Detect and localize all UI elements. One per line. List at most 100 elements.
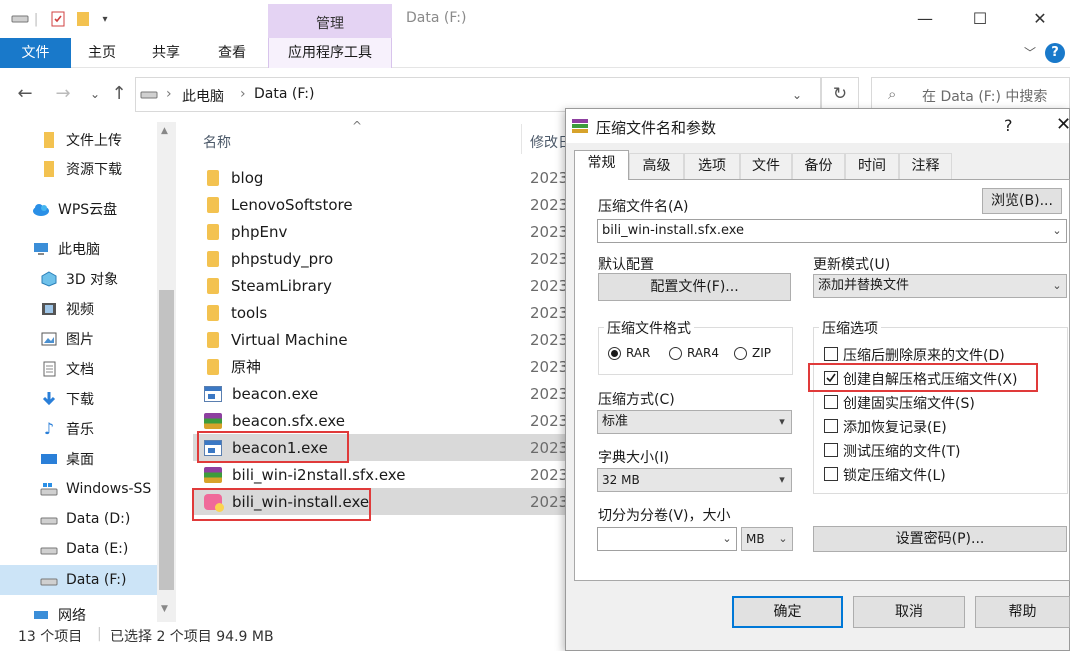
option-checkbox[interactable] — [824, 347, 838, 361]
tab-general[interactable]: 常规 — [574, 150, 629, 180]
radio-rar-label[interactable]: RAR — [626, 346, 650, 360]
dict-select[interactable]: 32 MB ▾ — [597, 468, 792, 492]
tab-view[interactable]: 查看 — [218, 38, 246, 68]
nav-item-3d-objects[interactable]: 3D 对象 — [0, 266, 157, 292]
help-button[interactable]: 帮助 — [975, 596, 1070, 628]
update-mode-select[interactable]: 添加并替换文件 ⌄ — [813, 274, 1067, 298]
split-size-input[interactable]: ⌄ — [597, 527, 737, 551]
tab-options[interactable]: 选项 — [684, 153, 740, 179]
option-checkbox[interactable] — [824, 419, 838, 433]
forward-arrow-icon[interactable]: → — [50, 80, 76, 108]
customize-qat-icon[interactable]: ▾ — [98, 10, 112, 28]
tab-backup[interactable]: 备份 — [792, 153, 845, 179]
nav-item-downloads[interactable]: 下载 — [0, 386, 157, 412]
recent-locations-icon[interactable]: ⌄ — [82, 80, 108, 108]
nav-item-desktop[interactable]: 桌面 — [0, 446, 157, 472]
archive-name-input[interactable]: bili_win-install.sfx.exe ⌄ — [597, 219, 1067, 243]
tab-time[interactable]: 时间 — [845, 153, 899, 179]
refresh-icon[interactable]: ↻ — [821, 77, 859, 112]
nav-item-downloads-res[interactable]: 资源下载 — [0, 156, 157, 182]
cancel-button[interactable]: 取消 — [853, 596, 965, 628]
nav-item-pictures[interactable]: 图片 — [0, 326, 157, 352]
chevron-down-icon[interactable]: ⌄ — [774, 528, 792, 550]
radio-rar[interactable] — [608, 347, 621, 360]
file-row[interactable]: SteamLibrary 2023 — [193, 272, 570, 299]
nav-item-upload[interactable]: 文件上传 — [0, 127, 157, 153]
nav-item-documents[interactable]: 文档 — [0, 356, 157, 382]
help-icon[interactable]: ? — [1045, 43, 1065, 63]
back-arrow-icon[interactable]: ← — [12, 80, 38, 108]
option-checkbox[interactable] — [824, 395, 838, 409]
manage-context-tab[interactable]: 管理 — [268, 4, 392, 38]
option-checkbox[interactable] — [824, 443, 838, 457]
tab-share[interactable]: 共享 — [152, 38, 180, 68]
tab-app-tools[interactable]: 应用程序工具 — [268, 38, 392, 68]
chevron-down-icon[interactable]: ⌄ — [1048, 275, 1066, 297]
nav-item-music[interactable]: ♪ 音乐 — [0, 416, 157, 442]
nav-item-data-e[interactable]: Data (E:) — [0, 536, 157, 562]
nav-item-data-d[interactable]: Data (D:) — [0, 506, 157, 532]
ok-button[interactable]: 确定 — [732, 596, 843, 628]
search-box[interactable]: ⌕ 在 Data (F:) 中搜索 — [871, 77, 1070, 112]
nav-item-wps-cloud[interactable]: WPS云盘 — [0, 196, 157, 222]
tab-advanced[interactable]: 高级 — [629, 153, 684, 179]
breadcrumb-drive[interactable]: Data (F:) — [254, 86, 314, 102]
file-row[interactable]: phpEnv 2023 — [193, 218, 570, 245]
new-folder-icon[interactable] — [74, 10, 92, 28]
chevron-down-icon[interactable]: ▾ — [773, 469, 791, 491]
maximize-icon[interactable]: ☐ — [965, 6, 995, 32]
option-label[interactable]: 测试压缩的文件(T) — [843, 441, 960, 461]
radio-zip[interactable] — [734, 347, 747, 360]
set-password-button[interactable]: 设置密码(P)... — [813, 526, 1067, 552]
dialog-help-icon[interactable]: ? — [1004, 116, 1013, 135]
file-row[interactable]: beacon.sfx.exe 2023 — [193, 407, 570, 434]
scroll-up-icon[interactable]: ▲ — [161, 126, 168, 136]
nav-item-network[interactable]: 网络 — [0, 605, 157, 621]
split-unit-select[interactable]: MB ⌄ — [741, 527, 793, 551]
expand-ribbon-icon[interactable]: ﹀ — [1024, 38, 1036, 68]
file-row[interactable]: 原神 2023 — [193, 353, 570, 380]
nav-item-videos[interactable]: 视频 — [0, 296, 157, 322]
file-row[interactable]: phpstudy_pro 2023 — [193, 245, 570, 272]
breadcrumb-this-pc[interactable]: 此电脑 — [182, 86, 224, 106]
tab-file[interactable]: 文件 — [0, 38, 71, 68]
minimize-icon[interactable]: — — [910, 6, 940, 32]
file-row[interactable]: tools 2023 — [193, 299, 570, 326]
breadcrumb-chevron-icon[interactable]: › — [166, 86, 172, 102]
address-dropdown-icon[interactable]: ⌄ — [792, 88, 802, 102]
option-label[interactable]: 锁定压缩文件(L) — [843, 465, 946, 485]
close-icon[interactable]: ✕ — [1025, 6, 1055, 32]
up-arrow-icon[interactable]: ↑ — [106, 80, 132, 108]
file-row[interactable]: Virtual Machine 2023 — [193, 326, 570, 353]
option-label[interactable]: 添加恢复记录(E) — [843, 417, 947, 437]
option-checkbox[interactable] — [824, 467, 838, 481]
properties-icon[interactable] — [48, 10, 68, 28]
tab-comment[interactable]: 注释 — [899, 153, 952, 179]
radio-rar4[interactable] — [669, 347, 682, 360]
chevron-down-icon[interactable]: ⌄ — [718, 528, 736, 550]
breadcrumb-chevron-icon[interactable]: › — [240, 86, 246, 102]
column-header-name[interactable]: 名称 — [203, 132, 231, 152]
chevron-down-icon[interactable]: ▾ — [773, 411, 791, 433]
address-bar[interactable]: › 此电脑 › Data (F:) ⌄ — [135, 77, 821, 112]
dialog-close-icon[interactable]: ✕ — [1056, 114, 1070, 135]
profiles-button[interactable]: 配置文件(F)... — [598, 273, 791, 301]
chevron-down-icon[interactable]: ⌄ — [1048, 220, 1066, 242]
radio-zip-label[interactable]: ZIP — [752, 346, 771, 360]
browse-button[interactable]: 浏览(B)... — [982, 188, 1062, 214]
file-row[interactable]: beacon.exe 2023 — [193, 380, 570, 407]
option-label[interactable]: 压缩后删除原来的文件(D) — [843, 345, 1005, 365]
nav-scrollbar-thumb[interactable] — [159, 290, 174, 590]
file-row[interactable]: blog 2023 — [193, 164, 570, 191]
method-select[interactable]: 标准 ▾ — [597, 410, 792, 434]
nav-item-windows-drive[interactable]: Windows-SS — [0, 476, 157, 502]
column-separator[interactable] — [521, 124, 522, 154]
radio-rar4-label[interactable]: RAR4 — [687, 346, 719, 360]
scroll-down-icon[interactable]: ▼ — [161, 604, 168, 614]
option-label[interactable]: 创建固实压缩文件(S) — [843, 393, 975, 413]
tab-home[interactable]: 主页 — [88, 38, 116, 68]
file-row[interactable]: LenovoSoftstore 2023 — [193, 191, 570, 218]
file-row[interactable]: bili_win-i2nstall.sfx.exe 2023 — [193, 461, 570, 488]
nav-item-this-pc[interactable]: 此电脑 — [0, 236, 157, 262]
nav-item-data-f[interactable]: Data (F:) — [0, 565, 157, 595]
